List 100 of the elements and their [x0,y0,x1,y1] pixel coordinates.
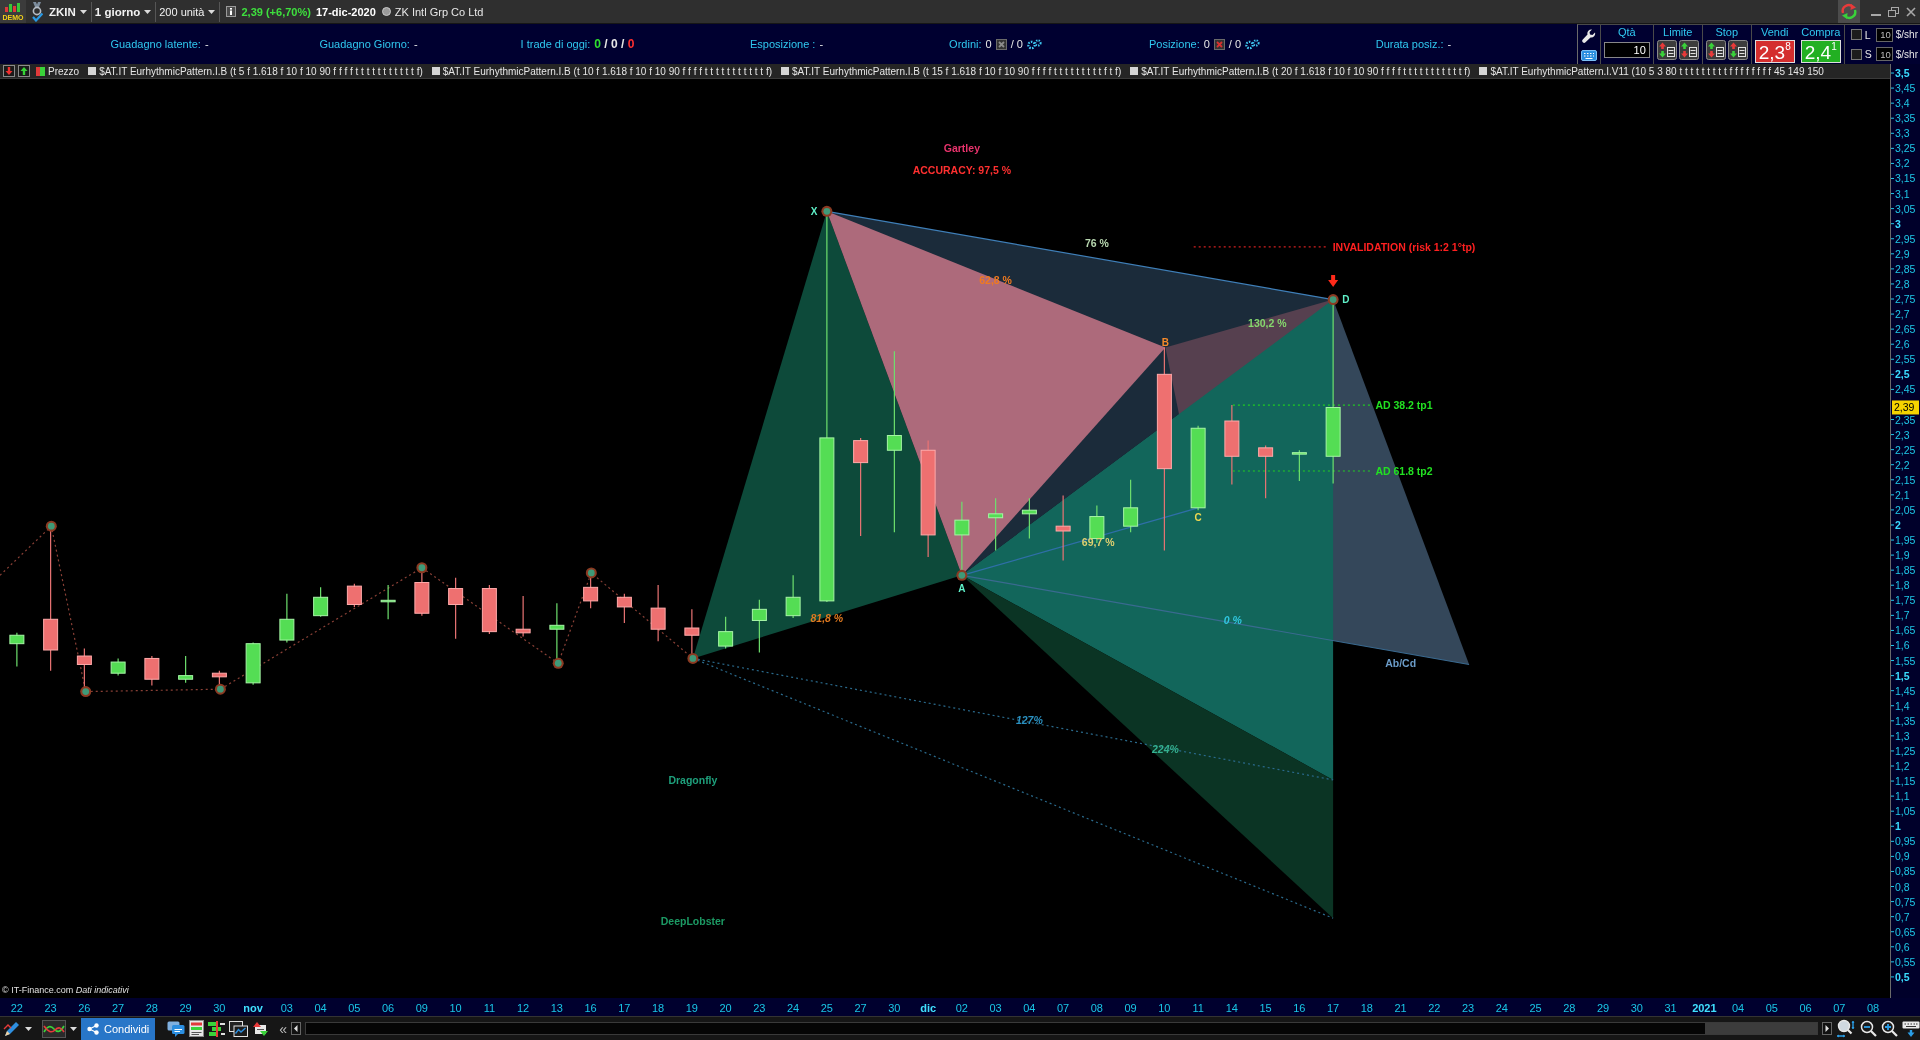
indicator-label[interactable]: $AT.IT EurhythmicPattern.I.B (t 10 f 1.618 f 10 f 10 90 f f f f t t t t t t t t t t t f) [442,65,776,77]
price-axis-label: 2,85 [1895,262,1916,275]
gears-icon[interactable] [1026,38,1042,50]
amount-input[interactable]: 10 [1875,27,1893,42]
quantity-dropdown[interactable]: 200 unità [156,1,221,22]
candlestick [279,593,295,644]
checkbox[interactable] [1850,48,1862,60]
indicator-checkbox[interactable] [1479,67,1488,75]
close-icon[interactable] [1906,6,1916,17]
date-label: 25 [1529,1001,1542,1014]
candlestick [110,657,126,677]
quantity-input[interactable]: 10 [1603,42,1650,58]
candlestick [515,595,531,638]
count-value: / 0 [1010,38,1023,50]
pivot-marker-icon [552,657,564,669]
order-arrows-icon[interactable] [1727,40,1748,60]
date-label: 31 [1664,1001,1677,1014]
order-arrows-icon[interactable] [1678,40,1699,60]
window-chart-icon[interactable] [229,1020,249,1037]
price-axis-label: 2,35 [1895,413,1916,426]
arrow-down-icon[interactable] [3,65,15,77]
count-value: / 0 [1228,38,1242,50]
unit-label: $/shr [1895,48,1918,60]
arrow-up-icon[interactable] [18,65,30,77]
date-label: 21 [1394,1001,1407,1014]
restore-icon[interactable] [1888,6,1899,17]
order-arrows-icon[interactable] [1705,40,1726,60]
document-icon[interactable] [189,1020,205,1037]
price-axis-label: 2,3 [1895,428,1910,441]
zoom-in-icon[interactable] [1881,1020,1898,1037]
sync-icon[interactable] [1838,0,1860,23]
info-icon[interactable] [226,6,237,17]
scroll-right-icon[interactable] [1822,1022,1832,1035]
indicator-label[interactable]: $AT.IT EurhythmicPattern.I.B (t 15 f 1.618 f 10 f 10 90 f f f f t t t t t t t t t f t f) [792,65,1126,77]
price-axis-label: 2,8 [1895,277,1910,290]
indicator-label[interactable]: $AT.IT EurhythmicPattern.I.V11 (10 5 3 80 t t t t t t t t t f f f f f f f f 45 149 150 [1490,65,1828,77]
wrench-icon[interactable] [1581,28,1596,43]
price-axis-label: 0,6 [1895,940,1910,953]
zoom-out-icon[interactable] [1860,1020,1877,1037]
medal-icon[interactable] [31,1,43,22]
pivot-marker-icon [956,569,968,581]
pen-icon[interactable] [3,1019,21,1038]
price-axis-label: 0,5 [1895,970,1910,983]
sell-button[interactable]: 2,3$^{8}$ [1754,40,1795,63]
share-icon [87,1022,99,1035]
checkbox[interactable] [1850,29,1862,41]
caret-icon[interactable] [70,1026,77,1031]
price-axis-label: 1,85 [1895,564,1916,577]
candlestick [144,655,160,687]
price-axis-label: 2,15 [1895,473,1916,486]
gears-icon[interactable] [1245,38,1261,50]
date-label: 17 [1327,1001,1340,1014]
keyboard-icon[interactable] [1580,49,1597,61]
date-label: 04 [314,1001,327,1014]
unit-label: $/shr [1895,29,1918,41]
cancel-icon[interactable] [1213,38,1225,50]
collapse-button[interactable]: « [279,1021,288,1036]
price-axis-label: 1,25 [1895,744,1916,757]
indicator-checkbox[interactable] [431,67,440,75]
scroll-left-icon[interactable] [291,1022,302,1035]
price-axis-label: 0,65 [1895,925,1916,938]
amount-input[interactable]: 10 [1875,47,1893,62]
indicator-checkbox[interactable] [781,67,789,75]
arrows-icon[interactable] [252,1020,270,1037]
timeframe-dropdown[interactable]: 1 giorno [91,1,157,22]
blocks-icon[interactable] [208,1020,226,1037]
indicator-checkbox[interactable] [1130,67,1139,75]
indicator-label[interactable]: $AT.IT EurhythmicPattern.I.B (t 5 f 1.618 f 10 f 10 90 f f f f t t t t t t t t t t t f) [99,65,427,77]
indicator-chart-icon[interactable] [42,1019,66,1038]
symbol-dropdown[interactable]: ZKIN [46,1,92,22]
indicator-label[interactable]: $AT.IT EurhythmicPattern.I.B (t 20 f 1.618 f 10 f 10 90 f f f f t t t t t t t t t t t f) [1141,65,1475,77]
date-label: dic [920,1001,937,1014]
candlestick [650,584,666,642]
scrollbar-thumb[interactable] [1705,1023,1817,1034]
share-button[interactable]: Condividi [81,1017,156,1040]
price-axis-label: 3,2 [1895,157,1910,170]
caret-icon[interactable] [208,9,216,14]
chat-icon[interactable] [167,1020,186,1037]
point-label: D [1342,294,1350,306]
chart-annotation: INVALIDATION (risk 1:2 1°tp) [1332,240,1476,253]
date-label: 30 [1630,1001,1643,1014]
caret-icon[interactable] [79,9,87,14]
scrollbar[interactable] [305,1022,1818,1035]
zoom-fit-icon[interactable] [1836,1019,1856,1038]
price-axis-label: 0,9 [1895,850,1910,863]
price-axis-label: 2,65 [1895,323,1916,336]
date-label: 06 [382,1001,395,1014]
keyboard-icon[interactable] [1902,1020,1920,1037]
caret-icon[interactable] [25,1026,32,1031]
caret-icon[interactable] [144,9,152,14]
candlestick [1123,479,1139,533]
point-label: B [1161,337,1169,349]
cancel-icon[interactable] [995,38,1007,50]
indicator-checkbox[interactable] [88,67,97,75]
date-label: 20 [719,1001,732,1014]
series-label[interactable]: Prezzo [48,65,84,77]
order-arrows-icon[interactable] [1656,40,1677,60]
price-axis-label: 2,1 [1895,488,1910,501]
pivot-marker-icon [45,520,57,532]
down-arrow-icon [1328,274,1339,287]
